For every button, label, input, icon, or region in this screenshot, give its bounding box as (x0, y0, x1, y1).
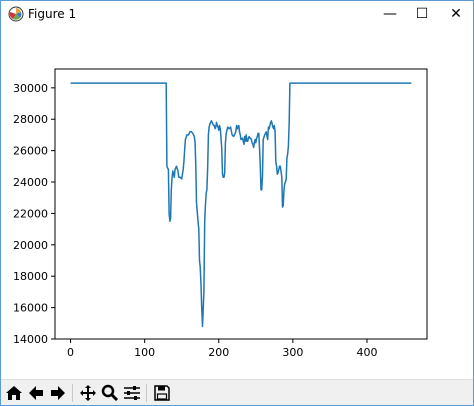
close-icon: ✕ (450, 6, 462, 22)
arrow-left-icon (29, 386, 43, 400)
move-icon (80, 385, 96, 401)
close-button[interactable]: ✕ (439, 1, 473, 27)
x-tick-label: 200 (208, 346, 229, 359)
figure-canvas[interactable]: 14000 16000 18000 20000 22000 24000 26000 28000… (1, 27, 473, 377)
figure-window: Figure 1 — ☐ ✕ 14000 16000 18000 20000 22000… (0, 0, 474, 406)
sliders-icon (124, 386, 140, 400)
toolbar-separator (72, 384, 73, 402)
configure-subplots-button[interactable] (121, 382, 143, 404)
back-button[interactable] (25, 382, 47, 404)
save-button[interactable] (151, 382, 173, 404)
magnifier-icon (101, 384, 119, 402)
x-tick-label: 0 (67, 346, 74, 359)
line-chart: 14000 16000 18000 20000 22000 24000 26000 28000… (13, 68, 428, 359)
toolbar-separator (146, 384, 147, 402)
maximize-button[interactable]: ☐ (405, 1, 439, 27)
title-bar[interactable]: Figure 1 — ☐ ✕ (1, 1, 473, 27)
home-button[interactable] (3, 382, 25, 404)
forward-button[interactable] (47, 382, 69, 404)
y-tick-label: 24000 (13, 176, 48, 189)
y-tick-label: 22000 (13, 207, 48, 220)
zoom-button[interactable] (99, 382, 121, 404)
y-tick-label: 14000 (13, 333, 48, 346)
minimize-button[interactable]: — (373, 1, 407, 27)
minimize-icon: — (383, 6, 397, 22)
pan-button[interactable] (77, 382, 99, 404)
y-tick-label: 20000 (13, 239, 48, 252)
x-tick-label: 100 (134, 346, 155, 359)
navigation-toolbar (1, 379, 473, 405)
y-tick-label: 30000 (13, 82, 48, 95)
arrow-right-icon (51, 386, 65, 400)
matplotlib-icon (8, 6, 24, 22)
floppy-disk-icon (154, 385, 170, 401)
y-tick-label: 28000 (13, 113, 48, 126)
y-tick-label: 26000 (13, 145, 48, 158)
x-tick-label: 300 (282, 346, 303, 359)
x-tick-label: 400 (356, 346, 377, 359)
maximize-icon: ☐ (415, 6, 429, 22)
y-tick-label: 16000 (13, 302, 48, 315)
y-tick-label: 18000 (13, 270, 48, 283)
window-title: Figure 1 (28, 7, 77, 21)
series-line (70, 82, 412, 328)
home-icon (6, 386, 22, 400)
axes-frame (54, 68, 428, 340)
